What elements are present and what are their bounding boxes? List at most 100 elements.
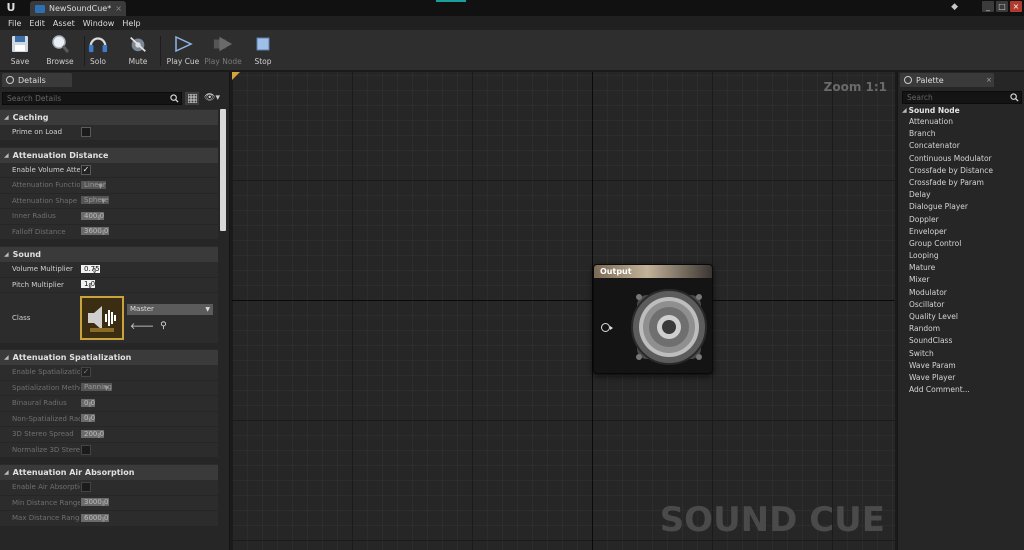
spin-arrows-icon: ⇕: [91, 266, 98, 275]
palette-item[interactable]: Mature: [902, 262, 1023, 274]
output-node-input-pin[interactable]: [601, 323, 613, 332]
palette-item[interactable]: Looping: [902, 250, 1023, 262]
play-cue-label: Play Cue: [166, 57, 200, 66]
min-distance-range-field[interactable]: 3000.0 ⇕: [81, 498, 109, 508]
menu-asset[interactable]: Asset: [49, 19, 79, 28]
palette-item[interactable]: Mixer: [902, 274, 1023, 286]
palette-item[interactable]: Random: [902, 323, 1023, 335]
details-scrollbar[interactable]: [220, 109, 226, 550]
save-button[interactable]: Save: [0, 30, 40, 71]
normalize-stereo-checkbox[interactable]: [81, 444, 91, 455]
pitch-multiplier-field[interactable]: 1.0 ⇕: [81, 280, 96, 290]
document-tab[interactable]: NewSoundCue* ×: [30, 1, 126, 16]
scrollbar-thumb[interactable]: [220, 109, 226, 231]
enable-volume-atten-label: Enable Volume Atter: [12, 165, 80, 174]
palette-category-sound-node[interactable]: ◢ Sound Node: [902, 104, 1023, 116]
category-caching[interactable]: ◢ Caching: [0, 109, 218, 125]
palette-item[interactable]: Group Control: [902, 238, 1023, 250]
palette-item[interactable]: Crossfade by Param: [902, 177, 1023, 189]
collapse-triangle-icon: ◢: [4, 151, 9, 159]
palette-search-input[interactable]: Search: [902, 91, 1022, 104]
speaker-icon: [631, 289, 707, 365]
palette-item[interactable]: Modulator: [902, 287, 1023, 299]
palette-item[interactable]: Delay: [902, 189, 1023, 201]
stereo-spread-field[interactable]: 200.0 ⇕: [81, 429, 105, 440]
palette-item[interactable]: Doppler: [902, 214, 1023, 226]
property-matrix-button[interactable]: [185, 91, 199, 105]
category-label: Sound: [12, 250, 41, 259]
palette-item[interactable]: SoundClass: [902, 335, 1023, 347]
palette-item[interactable]: Concatenator: [902, 140, 1023, 152]
enable-spatialization-checkbox[interactable]: ✓: [81, 367, 91, 378]
menu-file[interactable]: File: [4, 19, 25, 28]
mute-button[interactable]: Mute: [118, 30, 158, 71]
attenuation-function-dropdown[interactable]: Linear ▼: [81, 180, 106, 190]
non-spatialized-radius-field[interactable]: 0.0 ⇕: [81, 414, 96, 424]
enable-air-absorption-checkbox[interactable]: [81, 482, 91, 493]
close-palette-icon[interactable]: ×: [986, 76, 992, 84]
palette-item[interactable]: Crossfade by Distance: [902, 165, 1023, 177]
class-label: Class: [12, 314, 31, 322]
falloff-distance-field[interactable]: 3600.0 ⇕: [81, 227, 109, 237]
details-tab[interactable]: Details: [2, 73, 72, 87]
palette-item[interactable]: Wave Param: [902, 360, 1023, 372]
palette-add-comment[interactable]: Add Comment...: [902, 384, 1023, 396]
view-options-eye-icon[interactable]: 👁▾: [202, 92, 222, 105]
chevron-down-icon: ▼: [104, 385, 109, 393]
category-attenuation-air-absorption[interactable]: ◢ Attenuation Air Absorption: [0, 464, 218, 480]
output-node[interactable]: Output: [593, 264, 713, 374]
category-attenuation-spatialization[interactable]: ◢ Attenuation Spatialization: [0, 349, 218, 365]
palette-item[interactable]: Continuous Modulator: [902, 153, 1023, 165]
palette-item[interactable]: Attenuation: [902, 116, 1023, 128]
palette-item[interactable]: Oscillator: [902, 299, 1023, 311]
palette-tab[interactable]: Palette ×: [900, 73, 994, 87]
source-control-icon[interactable]: ◆: [951, 2, 958, 12]
spatialization-method-dropdown[interactable]: Panning ▼: [81, 383, 112, 393]
solo-button[interactable]: Solo: [78, 30, 118, 71]
maximize-button[interactable]: □: [996, 1, 1008, 12]
inner-radius-field[interactable]: 400.0 ⇕: [81, 211, 105, 222]
category-sound[interactable]: ◢ Sound: [0, 246, 218, 262]
menu-help[interactable]: Help: [118, 19, 144, 28]
sound-class-thumbnail[interactable]: [80, 296, 124, 340]
browse-to-asset-search-icon[interactable]: ⚲: [160, 321, 167, 332]
volume-multiplier-field[interactable]: 0.75 ⇕: [81, 264, 100, 275]
close-window-button[interactable]: ×: [1010, 1, 1022, 12]
collapse-triangle-icon: ◢: [4, 354, 9, 361]
stop-button[interactable]: Stop: [243, 30, 283, 71]
palette-item[interactable]: Dialogue Player: [902, 201, 1023, 213]
palette-item[interactable]: Enveloper: [902, 226, 1023, 238]
collapse-triangle-icon: ◢: [4, 114, 9, 121]
details-search-input[interactable]: Search Details: [2, 91, 182, 105]
min-distance-range-label: Min Distance Range: [12, 498, 80, 507]
prime-on-load-checkbox[interactable]: [81, 127, 91, 138]
property-row: Falloff Distance 3600.0 ⇕: [0, 224, 218, 240]
enable-volume-atten-checkbox[interactable]: ✓: [81, 164, 91, 175]
binaural-radius-field[interactable]: 0.0 ⇕: [81, 398, 96, 409]
attenuation-shape-dropdown[interactable]: Sphere ▼: [81, 196, 109, 205]
browse-button[interactable]: Browse: [40, 30, 80, 71]
minimize-button[interactable]: _: [982, 1, 994, 12]
graph-editor-canvas[interactable]: Zoom 1:1 SOUND CUE Output: [232, 72, 895, 550]
menu-edit[interactable]: Edit: [25, 19, 49, 28]
class-dropdown[interactable]: Master ▼: [127, 304, 213, 315]
max-distance-range-field[interactable]: 6000.0 ⇕: [81, 513, 109, 524]
use-selected-arrow-icon[interactable]: 🡐: [130, 321, 154, 332]
close-tab-icon[interactable]: ×: [115, 4, 122, 13]
property-row: Normalize 3D Sterec: [0, 442, 218, 458]
inner-radius-label: Inner Radius: [12, 212, 56, 221]
mute-label: Mute: [128, 57, 148, 66]
details-tab-label: Details: [18, 75, 46, 85]
play-node-button[interactable]: Play Node: [203, 30, 243, 71]
palette-item[interactable]: Wave Player: [902, 372, 1023, 384]
category-attenuation-distance[interactable]: ◢ Attenuation Distance: [0, 146, 218, 163]
palette-item[interactable]: Branch: [902, 128, 1023, 140]
property-row: Attenuation Function Linear ▼: [0, 178, 218, 194]
menu-window[interactable]: Window: [79, 19, 119, 28]
palette-item[interactable]: Switch: [902, 348, 1023, 360]
palette-item[interactable]: Quality Level: [902, 311, 1023, 323]
category-label: Caching: [12, 113, 49, 122]
play-node-icon: [213, 34, 233, 54]
enable-spatialization-label: Enable Spatializatio: [12, 368, 80, 377]
play-cue-button[interactable]: Play Cue: [163, 30, 203, 71]
